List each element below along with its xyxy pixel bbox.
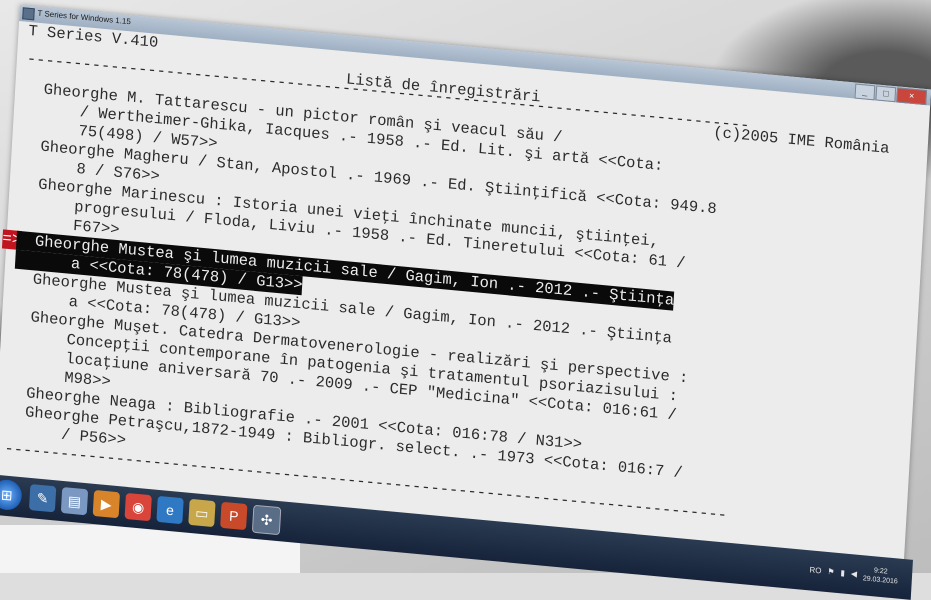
- taskbar-powerpoint[interactable]: P: [220, 501, 248, 531]
- taskbar-paint[interactable]: ✎: [28, 484, 57, 513]
- taskbar-internet-explorer[interactable]: e: [156, 495, 184, 525]
- t-series-icon: ✣: [260, 510, 273, 529]
- clock[interactable]: 9:22 29.03.2016: [863, 565, 899, 586]
- play-icon: ▶: [100, 495, 113, 513]
- taskbar-notepad[interactable]: ▤: [60, 486, 89, 516]
- folder-icon: ▭: [194, 503, 210, 522]
- notepad-icon: ▤: [67, 492, 82, 510]
- taskbar-chrome[interactable]: ◉: [124, 492, 152, 522]
- flag-icon[interactable]: ⚑: [827, 567, 835, 577]
- record-list: Gheorghe M. Tattarescu - un pictor român…: [1, 81, 912, 482]
- volume-icon[interactable]: ◀: [851, 569, 858, 579]
- console-area: T Series V.410 Listă de înregistrări (c)…: [0, 22, 921, 581]
- start-button[interactable]: ⊞: [0, 478, 23, 512]
- taskbar-media-player[interactable]: ▶: [92, 489, 121, 519]
- network-icon[interactable]: ▮: [840, 568, 845, 577]
- chrome-icon: ◉: [131, 498, 145, 516]
- language-indicator[interactable]: RO: [809, 565, 821, 575]
- clock-date: 29.03.2016: [862, 575, 898, 586]
- paint-icon: ✎: [36, 489, 49, 507]
- powerpoint-icon: P: [228, 507, 239, 525]
- windows-icon: ⊞: [0, 485, 14, 503]
- monitor-screen: T Series for Windows 1.15 _ □ × T Series…: [0, 5, 931, 600]
- ie-icon: e: [165, 501, 175, 519]
- taskbar-explorer[interactable]: ▭: [188, 498, 216, 528]
- app-icon: [22, 7, 35, 21]
- system-tray: RO ⚑ ▮ ◀ 9:22 29.03.2016: [809, 560, 898, 586]
- taskbar-t-series[interactable]: ✣: [251, 504, 282, 536]
